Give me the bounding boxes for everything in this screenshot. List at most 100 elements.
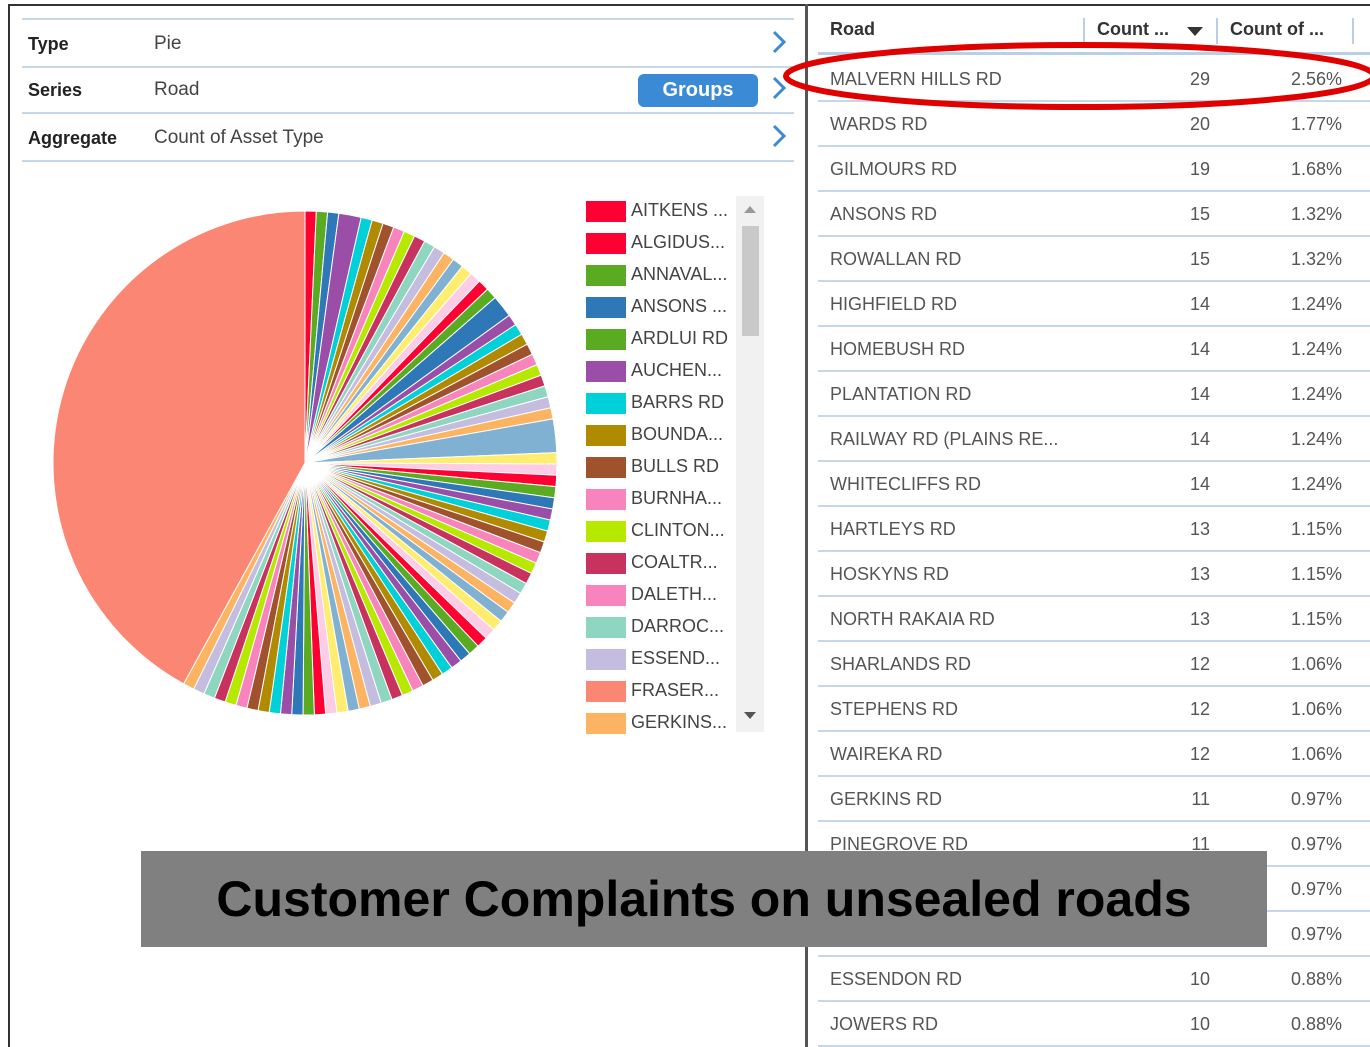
table-row[interactable]: JOWERS RD 10 0.88% [818,1002,1370,1047]
legend-item[interactable]: ANNAVAL... [584,260,734,292]
column-header-count[interactable]: Count ... [1097,19,1169,40]
legend-item[interactable]: BULLS RD [584,452,734,484]
table-row[interactable]: HARTLEYS RD 13 1.15% [818,507,1370,552]
cell-percent: 1.24% [1290,429,1342,449]
legend-item[interactable]: ARDLUI RD [584,324,734,356]
legend-item[interactable]: AITKENS ... [584,196,734,228]
legend-swatch [586,393,626,414]
cell-percent: 1.15% [1290,564,1342,584]
legend-swatch [586,361,626,382]
cell-percent: 1.06% [1290,744,1342,764]
cell-road: JOWERS RD [830,1014,938,1034]
cell-road: ANSONS RD [830,204,938,224]
cell-count: 10 [1189,969,1210,989]
cell-percent: 1.24% [1290,339,1342,359]
cell-count: 29 [1189,69,1210,89]
setting-type-row[interactable]: Type Pie [22,18,794,68]
table-row[interactable]: WHITECLIFFS RD 14 1.24% [818,462,1370,507]
scroll-thumb[interactable] [742,226,759,336]
table-row[interactable]: SHARLANDS RD 12 1.06% [818,642,1370,687]
cell-percent: 1.24% [1290,474,1342,494]
table-row[interactable]: MALVERN HILLS RD 29 2.56% [818,57,1370,102]
sort-descending-icon[interactable] [1187,27,1203,36]
setting-type-key: Type [28,34,69,54]
legend-label: ANNAVAL... [631,264,728,284]
scroll-up-icon[interactable] [744,206,756,213]
legend-item[interactable]: COALTR... [584,548,734,580]
legend-label: DARROC... [631,616,725,636]
cell-count: 14 [1189,384,1210,404]
legend-swatch [586,425,626,446]
legend-item[interactable]: BOUNDA... [584,420,734,452]
cell-percent: 1.15% [1290,609,1342,629]
cell-percent: 1.24% [1290,294,1342,314]
chevron-right-icon[interactable] [772,30,786,54]
setting-aggregate-row[interactable]: Aggregate Count of Asset Type [22,114,794,162]
legend-swatch [586,329,626,350]
legend-item[interactable]: FRASER... [584,676,734,708]
chevron-right-icon[interactable] [772,76,786,100]
column-header-percent[interactable]: Count of ... [1230,19,1324,40]
table-row[interactable]: ANSONS RD 15 1.32% [818,192,1370,237]
cell-count: 14 [1189,429,1210,449]
chart-legend: AITKENS ... ALGIDUS... ANNAVAL... ANSONS… [584,196,764,734]
cell-percent: 1.77% [1290,114,1342,134]
legend-item[interactable]: BURNHA... [584,484,734,516]
table-row[interactable]: ESSENDON RD 10 0.88% [818,957,1370,1002]
table-row[interactable]: HIGHFIELD RD 14 1.24% [818,282,1370,327]
legend-item[interactable]: ANSONS ... [584,292,734,324]
cell-count: 11 [1191,789,1210,809]
table-row[interactable]: HOMEBUSH RD 14 1.24% [818,327,1370,372]
legend-item[interactable]: BARRS RD [584,388,734,420]
table-row[interactable]: NORTH RAKAIA RD 13 1.15% [818,597,1370,642]
cell-road: GILMOURS RD [830,159,958,179]
table-row[interactable]: HOSKYNS RD 13 1.15% [818,552,1370,597]
column-separator[interactable] [1216,18,1218,44]
chevron-right-icon[interactable] [772,124,786,148]
legend-label: BOUNDA... [631,424,724,444]
table-row[interactable]: GILMOURS RD 19 1.68% [818,147,1370,192]
cell-percent: 0.97% [1290,879,1342,899]
cell-count: 15 [1189,249,1210,269]
table-row[interactable]: RAILWAY RD (PLAINS RE... 14 1.24% [818,417,1370,462]
legend-item[interactable]: AUCHEN... [584,356,734,388]
cell-count: 12 [1189,744,1210,764]
legend-swatch [586,233,626,254]
table-row[interactable]: WAIREKA RD 12 1.06% [818,732,1370,777]
column-header-road[interactable]: Road [830,19,875,40]
setting-aggregate-value: Count of Asset Type [154,127,324,148]
legend-swatch [586,265,626,286]
table-row[interactable]: STEPHENS RD 12 1.06% [818,687,1370,732]
legend-scrollbar[interactable] [736,196,764,732]
column-separator[interactable] [1083,18,1085,44]
table-row[interactable]: PLANTATION RD 14 1.24% [818,372,1370,417]
groups-button[interactable]: Groups [638,74,758,107]
legend-item[interactable]: ESSEND... [584,644,734,676]
legend-item[interactable]: DARROC... [584,612,734,644]
pie-chart [52,210,558,716]
setting-series-row[interactable]: Series Road Groups [22,66,794,114]
legend-item[interactable]: DALETH... [584,580,734,612]
legend-label: DALETH... [631,584,718,604]
legend-item[interactable]: CLINTON... [584,516,734,548]
cell-count: 20 [1189,114,1210,134]
scroll-down-icon[interactable] [744,712,756,719]
legend-swatch [586,649,626,670]
legend-swatch [586,457,626,478]
legend-label: AUCHEN... [631,360,723,380]
legend-label: FRASER... [631,680,720,700]
column-separator[interactable] [1352,18,1354,44]
table-row[interactable]: ROWALLAN RD 15 1.32% [818,237,1370,282]
cell-count: 14 [1189,474,1210,494]
table-header: Road Count ... Count of ... [818,10,1370,55]
legend-item[interactable]: ALGIDUS... [584,228,734,260]
cell-road: ESSENDON RD [830,969,963,989]
cell-percent: 1.68% [1290,159,1342,179]
table-row[interactable]: GERKINS RD 11 0.97% [818,777,1370,822]
legend-swatch [586,201,626,222]
legend-label: BURNHA... [631,488,723,508]
legend-swatch [586,297,626,318]
legend-item[interactable]: GERKINS... [584,708,734,740]
table-row[interactable]: WARDS RD 20 1.77% [818,102,1370,147]
cell-road: WARDS RD [830,114,928,134]
